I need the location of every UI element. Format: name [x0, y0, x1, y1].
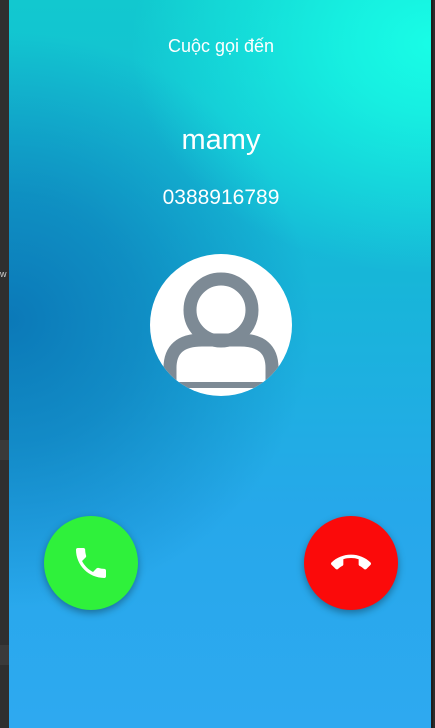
background-window-divider: [0, 645, 9, 665]
screen-edge: [431, 0, 433, 728]
caller-number: 0388916789: [162, 186, 280, 209]
hang-up-icon: [331, 554, 371, 570]
phone-icon: [76, 548, 106, 578]
person-icon: [163, 272, 279, 388]
caller-name: mamy: [181, 124, 261, 156]
background-window-divider: [0, 440, 9, 460]
incoming-call-screen: Cuộc gọi đến mamy 0388916789: [9, 0, 433, 728]
incoming-call-title: Cuộc gọi đến: [167, 36, 275, 56]
decline-call-button[interactable]: [304, 516, 398, 610]
answer-call-button[interactable]: [44, 516, 138, 610]
background-window-edge: w: [0, 0, 9, 728]
background-window-fragment: w: [0, 269, 7, 279]
caller-avatar: [150, 254, 292, 396]
